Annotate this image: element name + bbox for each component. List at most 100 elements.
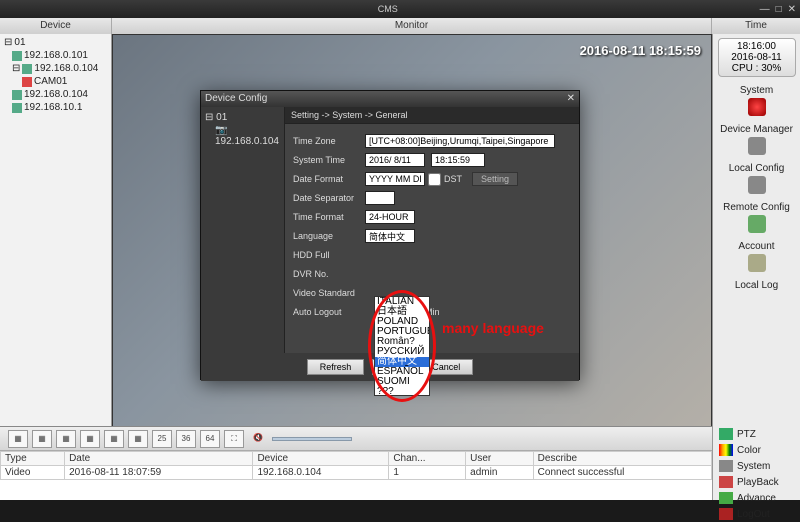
maximize-icon[interactable]: □ [776,4,782,15]
layout-toolbar: ▦ ▦ ▦ ▦ ▦ ▦ 25 36 64 ⛶ 🔇 [0,426,712,450]
col-desc[interactable]: Describe [533,452,711,466]
log-row[interactable]: Video 2016-08-11 18:07:59 192.168.0.104 … [1,466,712,480]
col-type[interactable]: Type [1,452,65,466]
device-icon [12,90,22,100]
minimize-icon[interactable]: — [760,4,770,15]
tab-local-config[interactable]: Local Config [718,161,796,196]
gear-icon [719,460,733,472]
color-icon [719,444,733,456]
btn-advance[interactable]: Advance [713,490,800,506]
label-timezone: Time Zone [293,136,365,146]
col-date[interactable]: Date [65,452,253,466]
header-bar: Device Monitor Time [0,18,800,34]
layout-9[interactable]: ▦ [104,430,124,448]
tree-node[interactable]: 192.168.0.101 [2,49,109,62]
dialog-tree: ⊟ 01 📷 192.168.0.104 [201,107,285,353]
device-icon [748,137,766,155]
layout-36[interactable]: 36 [176,430,196,448]
device-icon [12,51,22,61]
clock-time: 18:16:00 [721,41,793,52]
layout-64[interactable]: 64 [200,430,220,448]
device-tree-panel: ⊟ 01 192.168.0.101 ⊟ 192.168.0.104 CAM01… [0,34,112,442]
tab-device-manager[interactable]: Device Manager [718,122,796,157]
setting-button[interactable]: Setting [472,172,518,186]
label-datefmt: Date Format [293,174,365,184]
layout-8[interactable]: ▦ [80,430,100,448]
dialog-tree-node[interactable]: 📷 192.168.0.104 [205,124,280,148]
language-dropdown[interactable]: ITALIAN日本語POLANDPORTUGUÊRomân?РУССКИЙ简体中… [374,296,430,396]
label-vstd: Video Standard [293,288,365,298]
col-chan[interactable]: Chan... [389,452,466,466]
record-icon [748,98,766,116]
dialog-title: Device Config [205,93,267,105]
fullscreen-button[interactable]: ⛶ [224,430,244,448]
title-bar: CMS — □ ✕ [0,0,800,18]
right-lower-panel: PTZ Color System PlayBack Advance LogOut [712,426,800,500]
clock-widget: 18:16:00 2016-08-11 CPU : 30% [718,38,796,77]
tree-node[interactable]: 192.168.0.104 [2,88,109,101]
logout-icon [719,508,733,520]
close-icon[interactable]: ✕ [788,4,796,15]
timezone-select[interactable] [365,134,555,148]
layout-16[interactable]: ▦ [128,430,148,448]
btn-playback[interactable]: PlayBack [713,474,800,490]
time-input[interactable] [431,153,485,167]
tree-node[interactable]: ⊟ 192.168.0.104 [2,62,109,75]
volume-slider[interactable] [272,437,352,441]
btn-ptz[interactable]: PTZ [713,426,800,442]
label-systime: System Time [293,155,365,165]
datefmt-select[interactable] [365,172,425,186]
tree-node[interactable]: 192.168.10.1 [2,101,109,114]
label-dvrno: DVR No. [293,269,365,279]
timefmt-select[interactable] [365,210,415,224]
dialog-tree-root[interactable]: ⊟ 01 [205,111,280,124]
col-device[interactable]: Device [253,452,389,466]
btn-color[interactable]: Color [713,442,800,458]
config-icon [748,176,766,194]
annotation-text: many language [442,320,544,336]
layout-6[interactable]: ▦ [56,430,76,448]
header-monitor: Monitor [112,18,712,34]
label-language: Language [293,231,365,241]
header-device: Device [0,18,112,34]
layout-1[interactable]: ▦ [8,430,28,448]
advance-icon [719,492,733,504]
language-option[interactable]: ??? [375,387,429,396]
video-timestamp: 2016-08-11 18:15:59 [580,43,701,58]
language-select[interactable] [365,229,415,243]
camera-icon [22,77,32,87]
label-datesep: Date Separator [293,193,365,203]
tree-root[interactable]: ⊟ 01 [2,36,109,49]
refresh-button[interactable]: Refresh [307,359,365,375]
device-icon [22,64,32,74]
device-icon [12,103,22,113]
label-autolog: Auto Logout [293,307,365,317]
clock-cpu: CPU : 30% [721,63,793,74]
ptz-icon [719,428,733,440]
btn-system[interactable]: System [713,458,800,474]
btn-logout[interactable]: LogOut [713,506,800,522]
tree-node[interactable]: CAM01 [2,75,109,88]
breadcrumb: Setting -> System -> General [285,107,579,124]
tab-account[interactable]: Account [718,239,796,274]
dialog-close-icon[interactable]: ✕ [567,93,575,105]
log-table: Type Date Device Chan... User Describe V… [0,450,712,500]
tab-remote-config[interactable]: Remote Config [718,200,796,235]
tab-system[interactable]: System [718,83,796,118]
col-user[interactable]: User [466,452,534,466]
remote-icon [748,215,766,233]
clock-date: 2016-08-11 [721,52,793,63]
app-title: CMS [20,4,756,14]
dst-checkbox[interactable] [428,173,441,186]
header-time: Time [712,18,800,34]
tab-local-log[interactable]: Local Log [718,278,796,291]
datesep-select[interactable] [365,191,395,205]
layout-25[interactable]: 25 [152,430,172,448]
label-timefmt: Time Format [293,212,365,222]
label-hddfull: HDD Full [293,250,365,260]
layout-4[interactable]: ▦ [32,430,52,448]
mute-icon[interactable]: 🔇 [248,430,268,448]
play-icon [719,476,733,488]
right-panel: 18:16:00 2016-08-11 CPU : 30% System Dev… [712,34,800,442]
date-input[interactable] [365,153,425,167]
